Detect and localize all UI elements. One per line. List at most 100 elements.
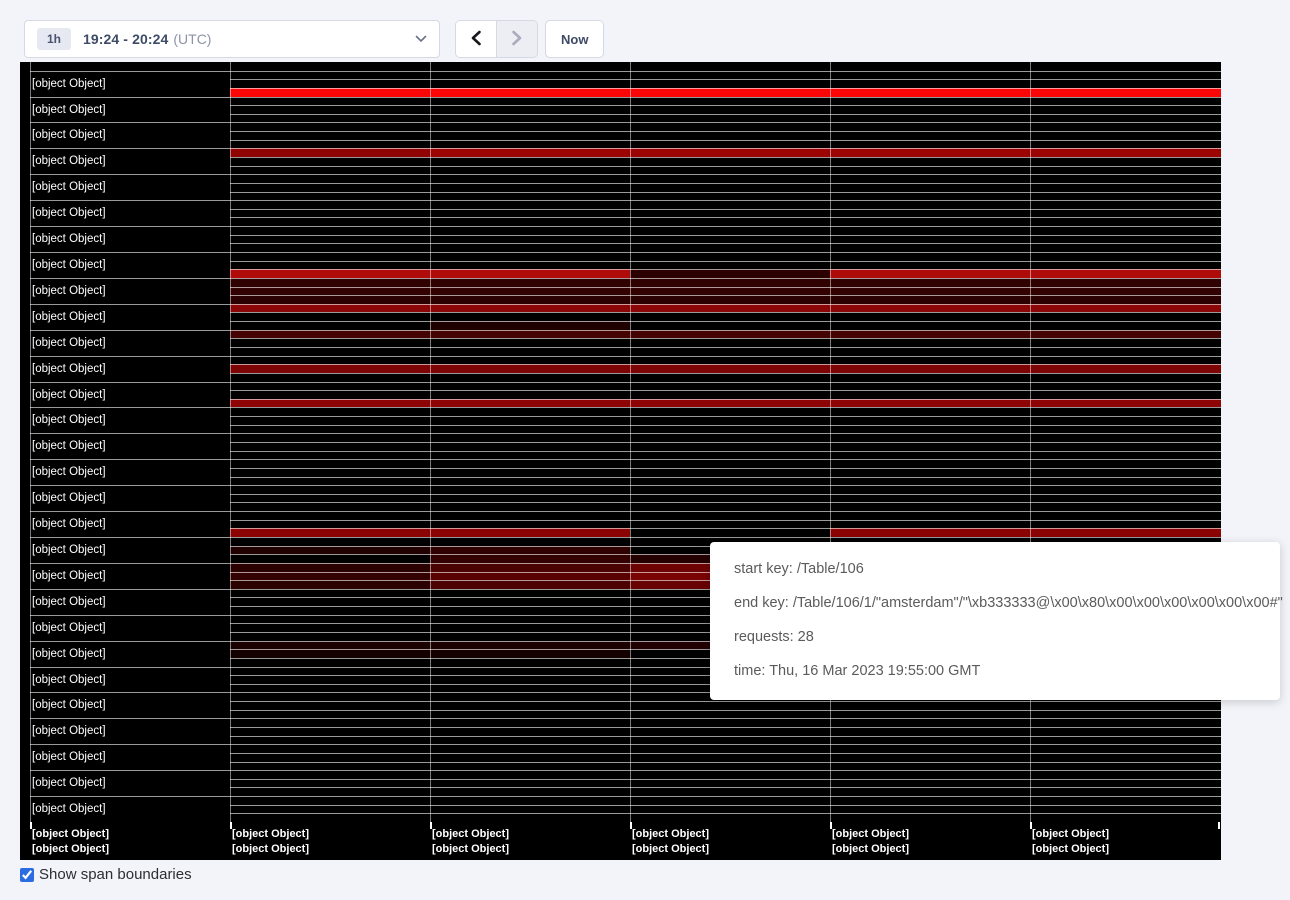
- span-key-label: [object Object]: [32, 544, 106, 556]
- heatmap-band-cell[interactable]: [230, 580, 430, 589]
- heatmap-band-cell[interactable]: [230, 563, 430, 572]
- span-key-label: [object Object]: [32, 518, 106, 530]
- span-boundary-line: [230, 79, 1221, 80]
- tooltip-requests: requests: 28: [734, 620, 1256, 654]
- span-boundary-line: [230, 399, 1221, 400]
- heatmap-band-cell[interactable]: [830, 364, 1030, 373]
- time-gridline: [30, 62, 31, 822]
- show-span-boundaries-checkbox[interactable]: [20, 868, 34, 882]
- heatmap-band-cell[interactable]: [830, 399, 1030, 408]
- span-key-label: [object Object]: [32, 285, 106, 297]
- heatmap-band-cell[interactable]: [630, 304, 830, 313]
- heatmap-grid[interactable]: [object Object] [object Object] [object Ob…: [20, 62, 1221, 822]
- heatmap-band-cell[interactable]: [430, 148, 630, 157]
- heatmap-band-cell[interactable]: [230, 641, 430, 650]
- span-boundary-line: [230, 364, 1221, 365]
- span-key-label: [object Object]: [32, 181, 106, 193]
- heatmap-band-cell[interactable]: [430, 287, 630, 296]
- heatmap-band-cell[interactable]: [430, 572, 630, 581]
- heatmap-band-cell[interactable]: [630, 295, 830, 304]
- heatmap-band-cell[interactable]: [1030, 528, 1221, 537]
- key-visualizer-canvas[interactable]: [object Object] [object Object] [object Ob…: [20, 62, 1221, 860]
- span-boundary-line: [230, 701, 1221, 702]
- heatmap-band-cell[interactable]: [830, 304, 1030, 313]
- heatmap-band-cell[interactable]: [230, 528, 430, 537]
- heatmap-band-cell[interactable]: [230, 546, 430, 555]
- heatmap-band-cell[interactable]: [830, 295, 1030, 304]
- heatmap-band-cell[interactable]: [830, 330, 1030, 339]
- span-boundary-line: [230, 166, 1221, 167]
- heatmap-band-cell[interactable]: [230, 88, 430, 97]
- heatmap-band-cell[interactable]: [230, 148, 430, 157]
- heatmap-band-cell[interactable]: [230, 278, 430, 287]
- span-boundary-line: [230, 451, 1221, 452]
- heatmap-band-cell[interactable]: [230, 364, 430, 373]
- heatmap-band-cell[interactable]: [1030, 330, 1221, 339]
- heatmap-band-cell[interactable]: [630, 278, 830, 287]
- heatmap-band-cell[interactable]: [430, 269, 630, 278]
- heatmap-band-cell[interactable]: [430, 399, 630, 408]
- heatmap-band-cell[interactable]: [830, 269, 1030, 278]
- span-key-label: [object Object]: [32, 492, 106, 504]
- now-button[interactable]: Now: [545, 20, 604, 58]
- next-time-button[interactable]: [497, 21, 538, 57]
- heatmap-band-cell[interactable]: [1030, 295, 1221, 304]
- heatmap-band-cell[interactable]: [1030, 148, 1221, 157]
- span-boundary-line: [30, 148, 1221, 149]
- heatmap-band-cell[interactable]: [430, 563, 630, 572]
- heatmap-band-cell[interactable]: [630, 330, 830, 339]
- heatmap-band-cell[interactable]: [1030, 269, 1221, 278]
- heatmap-band-cell[interactable]: [230, 399, 430, 408]
- heatmap-band-cell[interactable]: [830, 278, 1030, 287]
- heatmap-band-cell[interactable]: [630, 364, 830, 373]
- heatmap-band-cell[interactable]: [230, 269, 430, 278]
- heatmap-band-cell[interactable]: [1030, 278, 1221, 287]
- prev-time-button[interactable]: [456, 21, 497, 57]
- heatmap-band-cell[interactable]: [230, 572, 430, 581]
- axis-tick-date: [object Object]: [832, 843, 909, 855]
- heatmap-band-cell[interactable]: [430, 546, 630, 555]
- heatmap-band-cell[interactable]: [1030, 88, 1221, 97]
- time-range-select[interactable]: 1h 19:24 - 20:24 (UTC): [24, 20, 440, 58]
- span-boundary-line: [30, 433, 1221, 434]
- heatmap-band-cell[interactable]: [1030, 304, 1221, 313]
- heatmap-band-cell[interactable]: [430, 364, 630, 373]
- span-boundary-line: [230, 753, 1221, 754]
- heatmap-band-cell[interactable]: [430, 278, 630, 287]
- time-nav-group: [455, 20, 538, 58]
- heatmap-band-cell[interactable]: [430, 321, 630, 330]
- heatmap-band-cell[interactable]: [430, 649, 630, 658]
- heatmap-band-cell[interactable]: [830, 148, 1030, 157]
- tooltip-time: time: Thu, 16 Mar 2023 19:55:00 GMT: [734, 654, 1256, 688]
- show-span-boundaries-control[interactable]: Show span boundaries: [20, 866, 192, 883]
- heatmap-band-cell[interactable]: [1030, 399, 1221, 408]
- span-key-label: [object Object]: [32, 337, 106, 349]
- heatmap-band-cell[interactable]: [630, 399, 830, 408]
- heatmap-band-cell[interactable]: [230, 304, 430, 313]
- heatmap-band-cell[interactable]: [630, 148, 830, 157]
- heatmap-band-cell[interactable]: [430, 554, 630, 563]
- heatmap-band-cell[interactable]: [430, 88, 630, 97]
- span-boundary-line: [230, 477, 1221, 478]
- heatmap-band-cell[interactable]: [830, 88, 1030, 97]
- heatmap-band-cell[interactable]: [230, 649, 430, 658]
- heatmap-band-cell[interactable]: [1030, 364, 1221, 373]
- heatmap-band-cell[interactable]: [830, 528, 1030, 537]
- heatmap-band-cell[interactable]: [430, 330, 630, 339]
- heatmap-band-cell[interactable]: [430, 641, 630, 650]
- heatmap-band-cell[interactable]: [830, 287, 1030, 296]
- heatmap-band-cell[interactable]: [230, 330, 430, 339]
- heatmap-band-cell[interactable]: [630, 287, 830, 296]
- span-key-label: [object Object]: [32, 155, 106, 167]
- heatmap-band-cell[interactable]: [630, 88, 830, 97]
- heatmap-band-cell[interactable]: [430, 295, 630, 304]
- axis-tick-time: [object Object]: [1032, 828, 1109, 840]
- heatmap-band-cell[interactable]: [430, 580, 630, 589]
- heatmap-band-cell[interactable]: [230, 295, 430, 304]
- heatmap-band-cell[interactable]: [230, 287, 430, 296]
- heatmap-band-cell[interactable]: [430, 528, 630, 537]
- time-range-badge: 1h: [37, 28, 71, 50]
- heatmap-band-cell[interactable]: [630, 269, 830, 278]
- heatmap-band-cell[interactable]: [430, 304, 630, 313]
- heatmap-band-cell[interactable]: [1030, 287, 1221, 296]
